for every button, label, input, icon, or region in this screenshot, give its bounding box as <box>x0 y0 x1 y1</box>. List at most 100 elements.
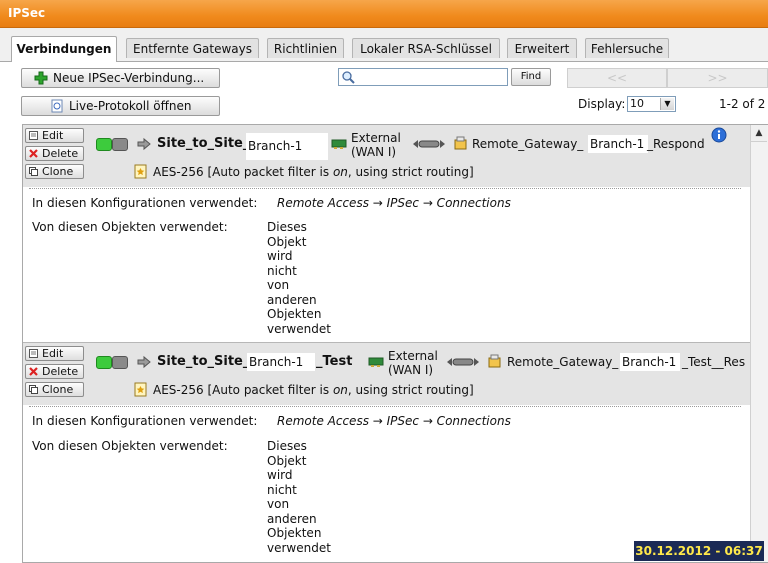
tab-bar: Verbindungen Entfernte Gateways Richtlin… <box>0 28 768 62</box>
gateway-name-prefix: Remote_Gateway_ <box>507 355 619 369</box>
new-ipsec-connection-button[interactable]: Neue IPSec-Verbindung... <box>21 68 220 88</box>
next-page-button[interactable]: >> <box>667 68 768 88</box>
delete-button[interactable]: Delete <box>25 364 84 379</box>
connection-toggle[interactable] <box>96 356 128 369</box>
delete-label: Delete <box>42 365 79 378</box>
clone-label: Clone <box>42 165 74 178</box>
delete-button[interactable]: Delete <box>25 146 84 161</box>
status-on-indicator <box>96 138 112 151</box>
used-by-word: nicht <box>267 482 297 497</box>
window-titlebar: IPSec <box>0 0 768 28</box>
policy-description: AES-256 [Auto packet filter is on, using… <box>153 165 474 179</box>
search-input[interactable] <box>338 68 508 86</box>
window-title: IPSec <box>8 6 46 20</box>
used-in-path[interactable]: Remote Access → IPSec → Connections <box>277 196 511 210</box>
clone-label: Clone <box>42 383 74 396</box>
clone-button[interactable]: Clone <box>25 382 84 397</box>
used-by-label: Von diesen Objekten verwendet: <box>32 439 228 453</box>
status-off-indicator <box>112 138 128 151</box>
display-label: Display: <box>578 97 626 111</box>
find-button[interactable]: Find <box>511 68 551 86</box>
scroll-up-icon[interactable]: ▲ <box>751 125 767 142</box>
used-in-path[interactable]: Remote Access → IPSec → Connections <box>277 414 511 428</box>
connection-toggle[interactable] <box>96 138 128 151</box>
tab-erweitert[interactable]: Erweitert <box>507 38 577 58</box>
used-by-label: Von diesen Objekten verwendet: <box>32 220 228 234</box>
new-ipsec-connection-label: Neue IPSec-Verbindung... <box>53 71 205 85</box>
clone-icon <box>29 385 38 394</box>
connection-details: In diesen Konfigurationen verwendet: Rem… <box>23 189 752 343</box>
connection-name-suffix: _Test <box>316 354 353 369</box>
status-on-indicator <box>96 356 112 369</box>
edit-label: Edit <box>42 129 64 142</box>
info-icon[interactable] <box>711 127 727 143</box>
edit-icon <box>29 349 38 358</box>
connection-name-box: Branch-1 <box>247 353 315 371</box>
chevron-down-icon: ▼ <box>660 98 674 110</box>
policy-text: AES-256 [Auto packet filter is <box>153 165 333 179</box>
vertical-scrollbar[interactable]: ▲ <box>750 125 768 562</box>
policy-text: AES-256 [Auto packet filter is <box>153 383 333 397</box>
connection-type-icon <box>137 355 151 369</box>
used-by-word: wird <box>267 468 293 482</box>
tab-richtlinien[interactable]: Richtlinien <box>267 38 344 58</box>
tunnel-icon <box>447 358 479 366</box>
used-by-word: Objekt <box>267 234 307 249</box>
add-icon <box>34 71 48 85</box>
tab-verbindungen[interactable]: Verbindungen <box>11 36 117 62</box>
remote-gateway-icon <box>454 136 467 150</box>
used-by-word: Objekten <box>267 307 322 321</box>
network-card-icon <box>331 139 347 149</box>
used-by-word: von <box>267 278 290 292</box>
used-by-word: wird <box>267 249 293 263</box>
used-by-word: von <box>267 497 290 511</box>
prev-page-button[interactable]: << <box>567 68 667 88</box>
tunnel-icon <box>413 140 445 148</box>
used-by-word: Objekt <box>267 453 307 468</box>
connection-name-box: Branch-1 <box>246 133 328 160</box>
status-off-indicator <box>112 356 128 369</box>
connection-row-header: Edit Delete Clone Site_to_Site_ Branch-1… <box>23 125 752 187</box>
gateway-name-suffix: _Test__Res <box>682 355 746 369</box>
clone-icon <box>29 167 38 176</box>
display-count-value: 10 <box>630 97 644 110</box>
result-count: 1-2 of 2 <box>719 97 766 111</box>
connection-name-prefix: Site_to_Site_ <box>157 136 250 151</box>
used-by-word: Dieses <box>267 220 307 234</box>
gateway-name-box: Branch-1 <box>620 353 680 371</box>
edit-button[interactable]: Edit <box>25 128 84 143</box>
policy-tail: , using strict routing] <box>347 383 474 397</box>
used-by-list: Dieses Objekt wird nicht von anderen Obj… <box>267 439 331 555</box>
used-in-label: In diesen Konfigurationen verwendet: <box>32 414 258 428</box>
used-by-word: verwendet <box>267 321 331 336</box>
clone-button[interactable]: Clone <box>25 164 84 179</box>
open-live-log-button[interactable]: Live-Protokoll öffnen <box>21 96 220 116</box>
tab-lokaler-rsa-schluessel[interactable]: Lokaler RSA-Schlüssel <box>352 38 500 58</box>
delete-icon <box>29 149 38 158</box>
policy-tail: , using strict routing] <box>347 165 474 179</box>
tab-entfernte-gateways[interactable]: Entfernte Gateways <box>126 38 259 58</box>
edit-button[interactable]: Edit <box>25 346 84 361</box>
log-icon <box>51 99 63 113</box>
gateway-name-box: Branch-1 <box>588 135 648 153</box>
connection-type-icon <box>137 137 151 151</box>
connection-details: In diesen Konfigurationen verwendet: Rem… <box>23 407 752 562</box>
open-live-log-label: Live-Protokoll öffnen <box>69 99 192 113</box>
search-icon <box>342 71 355 84</box>
display-count-select[interactable]: 10 ▼ <box>627 96 676 112</box>
used-by-word: nicht <box>267 263 297 278</box>
connection-name-prefix: Site_to_Site_ <box>157 354 250 369</box>
tab-fehlersuche[interactable]: Fehlersuche <box>585 38 669 58</box>
gateway-name-prefix: Remote_Gateway_ <box>472 137 584 151</box>
interface-detail: (WAN I) <box>388 363 434 377</box>
remote-gateway-icon <box>488 354 501 368</box>
interface-detail: (WAN I) <box>351 145 397 159</box>
delete-label: Delete <box>42 147 79 160</box>
network-card-icon <box>368 357 384 367</box>
interface-name: External <box>388 349 438 363</box>
used-by-word: verwendet <box>267 540 331 555</box>
used-by-list: Dieses Objekt wird nicht von anderen Obj… <box>267 220 331 336</box>
policy-icon <box>134 382 147 397</box>
connection-row-header: Edit Delete Clone Site_to_Site_ Branch-1… <box>23 343 752 405</box>
used-in-label: In diesen Konfigurationen verwendet: <box>32 196 258 210</box>
